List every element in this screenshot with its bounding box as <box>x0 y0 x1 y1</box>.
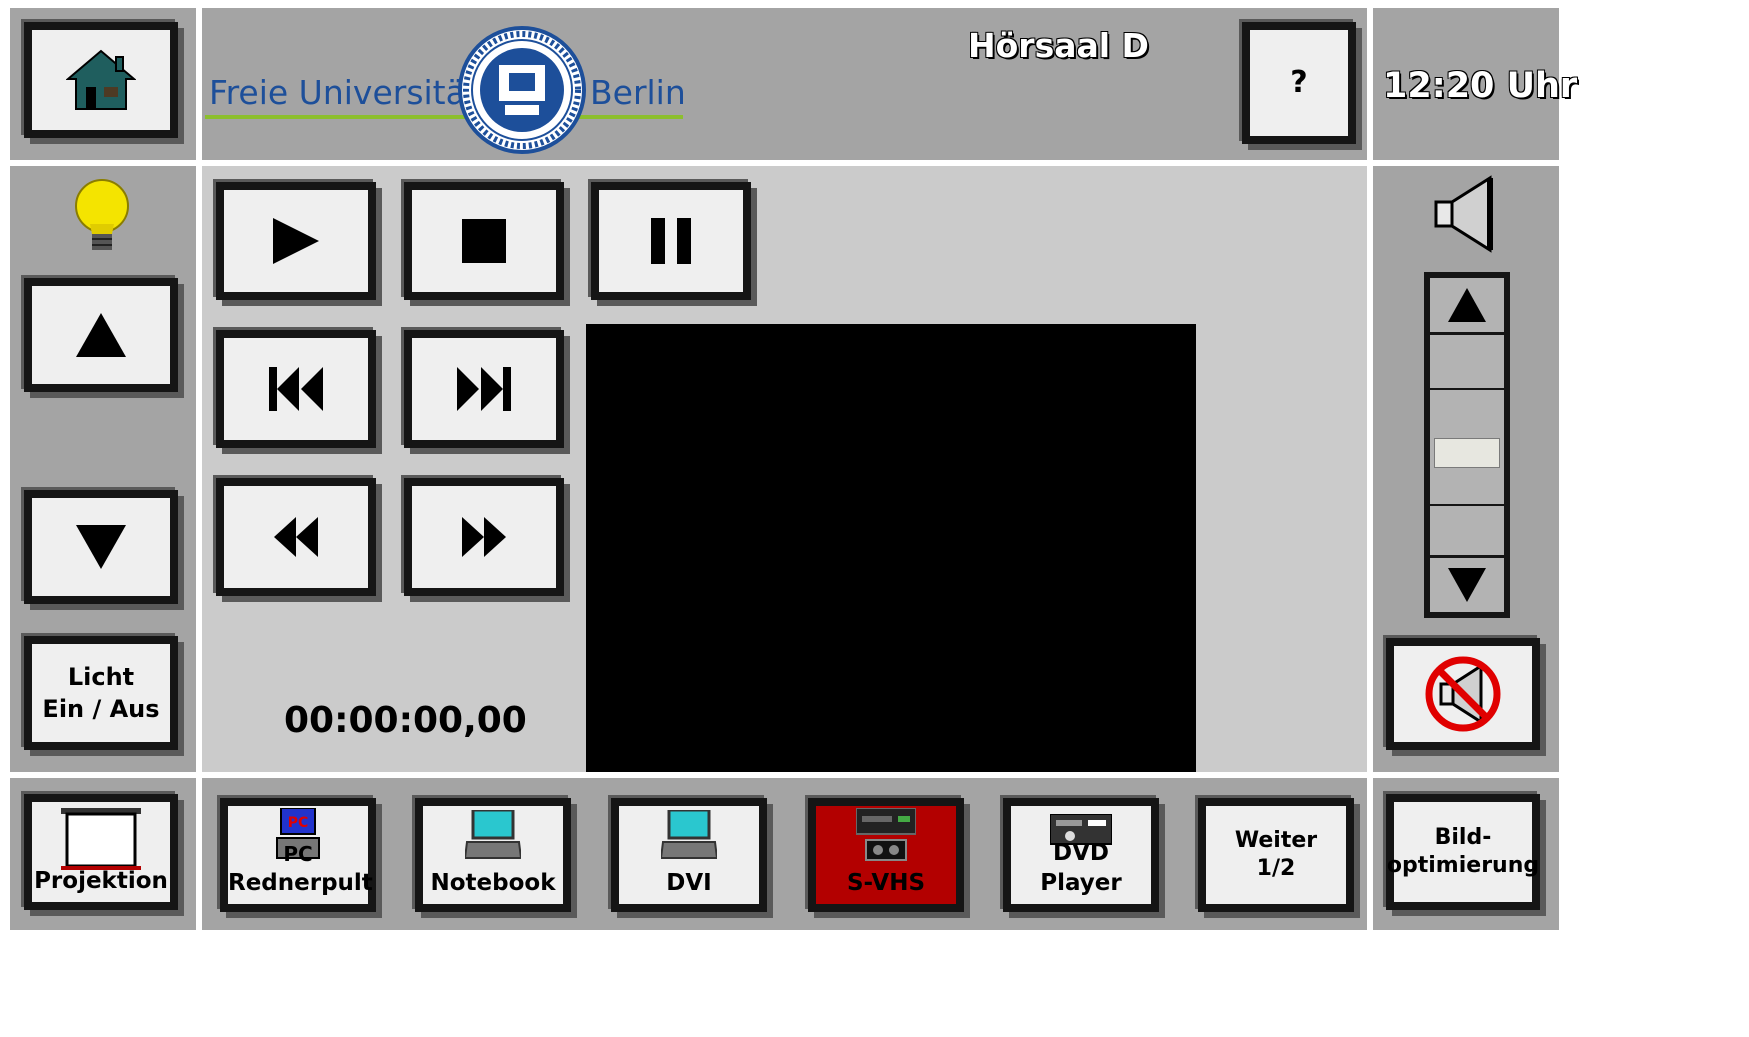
timecode: 00:00:00,00 <box>284 700 527 741</box>
laptop-icon <box>661 810 717 859</box>
source-dvd-button[interactable]: DVD Player <box>1003 798 1159 912</box>
university-seal-icon <box>458 26 586 154</box>
source-dvi-button[interactable]: DVI <box>611 798 767 912</box>
image-optimization-button[interactable]: Bild- optimierung <box>1386 794 1540 910</box>
pc-badge: PC <box>283 842 313 866</box>
fu-logo: Freie Universität Berlin <box>205 25 686 155</box>
volume-track-segment <box>1430 388 1504 390</box>
room-name: Hörsaal D <box>968 26 1149 65</box>
pause-icon <box>651 218 691 264</box>
next-page-label: Weiter <box>1234 828 1318 853</box>
light-down-button[interactable] <box>24 490 178 604</box>
fast-forward-button[interactable] <box>404 478 564 596</box>
help-button[interactable]: ? <box>1242 22 1356 144</box>
source-notebook-label: Notebook <box>430 870 556 896</box>
play-button[interactable] <box>216 182 376 300</box>
light-bulb-icon <box>75 179 129 250</box>
source-rednerpult-label: Rednerpult <box>228 870 373 896</box>
light-toggle-label-2: Ein / Aus <box>42 695 160 723</box>
logo-text-right: Berlin <box>590 73 686 112</box>
video-preview <box>586 324 1196 772</box>
next-track-button[interactable] <box>404 330 564 448</box>
source-svhs-button[interactable]: S-VHS <box>808 798 964 912</box>
mute-button[interactable] <box>1386 638 1540 750</box>
projection-screen-icon <box>61 808 141 870</box>
mute-icon <box>1425 656 1501 732</box>
help-label: ? <box>1290 65 1308 100</box>
triangle-up-icon <box>1448 288 1486 322</box>
source-projektion-button[interactable]: Projektion <box>24 794 178 910</box>
next-page-button[interactable]: Weiter 1/2 <box>1198 798 1354 912</box>
clock: 12:20 Uhr <box>1383 66 1578 106</box>
volume-slider[interactable] <box>1424 272 1510 618</box>
triangle-down-icon <box>1448 568 1486 602</box>
light-up-button[interactable] <box>24 278 178 392</box>
rewind-button[interactable] <box>216 478 376 596</box>
stop-button[interactable] <box>404 182 564 300</box>
source-bar-panel <box>202 778 1367 930</box>
image-optimization-label-1: Bild- <box>1434 825 1492 850</box>
logo-underline <box>205 115 683 119</box>
home-icon <box>66 49 136 110</box>
source-notebook-button[interactable]: Notebook <box>415 798 571 912</box>
volume-up-button[interactable] <box>1430 278 1504 335</box>
light-toggle-button[interactable]: Licht Ein / Aus <box>24 636 178 750</box>
logo-text-left: Freie Universität <box>209 73 479 112</box>
skip-forward-icon <box>457 367 511 411</box>
speaker-icon <box>1434 175 1493 253</box>
stop-icon <box>462 219 506 263</box>
light-toggle-label-1: Licht <box>67 663 135 691</box>
volume-thumb[interactable] <box>1434 438 1500 468</box>
source-rednerpult-button[interactable]: PC PC Rednerpult <box>220 798 376 912</box>
rewind-icon <box>274 517 318 557</box>
triangle-down-icon <box>76 525 126 569</box>
volume-track-segment <box>1430 504 1504 506</box>
play-icon <box>273 218 319 264</box>
source-projektion-label: Projektion <box>34 868 168 894</box>
source-dvd-label: DVD Player <box>1040 840 1122 896</box>
volume-down-button[interactable] <box>1430 555 1504 612</box>
source-dvi-label: DVI <box>666 870 712 896</box>
home-button[interactable] <box>24 22 178 138</box>
fast-forward-icon <box>462 517 506 557</box>
vcr-icon <box>856 808 916 861</box>
svg-text:PC: PC <box>288 815 309 831</box>
source-svhs-label: S-VHS <box>846 870 926 896</box>
previous-track-button[interactable] <box>216 330 376 448</box>
next-page-count: 1/2 <box>1256 856 1296 881</box>
laptop-icon <box>465 810 521 859</box>
skip-back-icon <box>269 367 323 411</box>
pause-button[interactable] <box>591 182 751 300</box>
image-optimization-label-2: optimierung <box>1386 853 1540 878</box>
triangle-up-icon <box>76 313 126 357</box>
